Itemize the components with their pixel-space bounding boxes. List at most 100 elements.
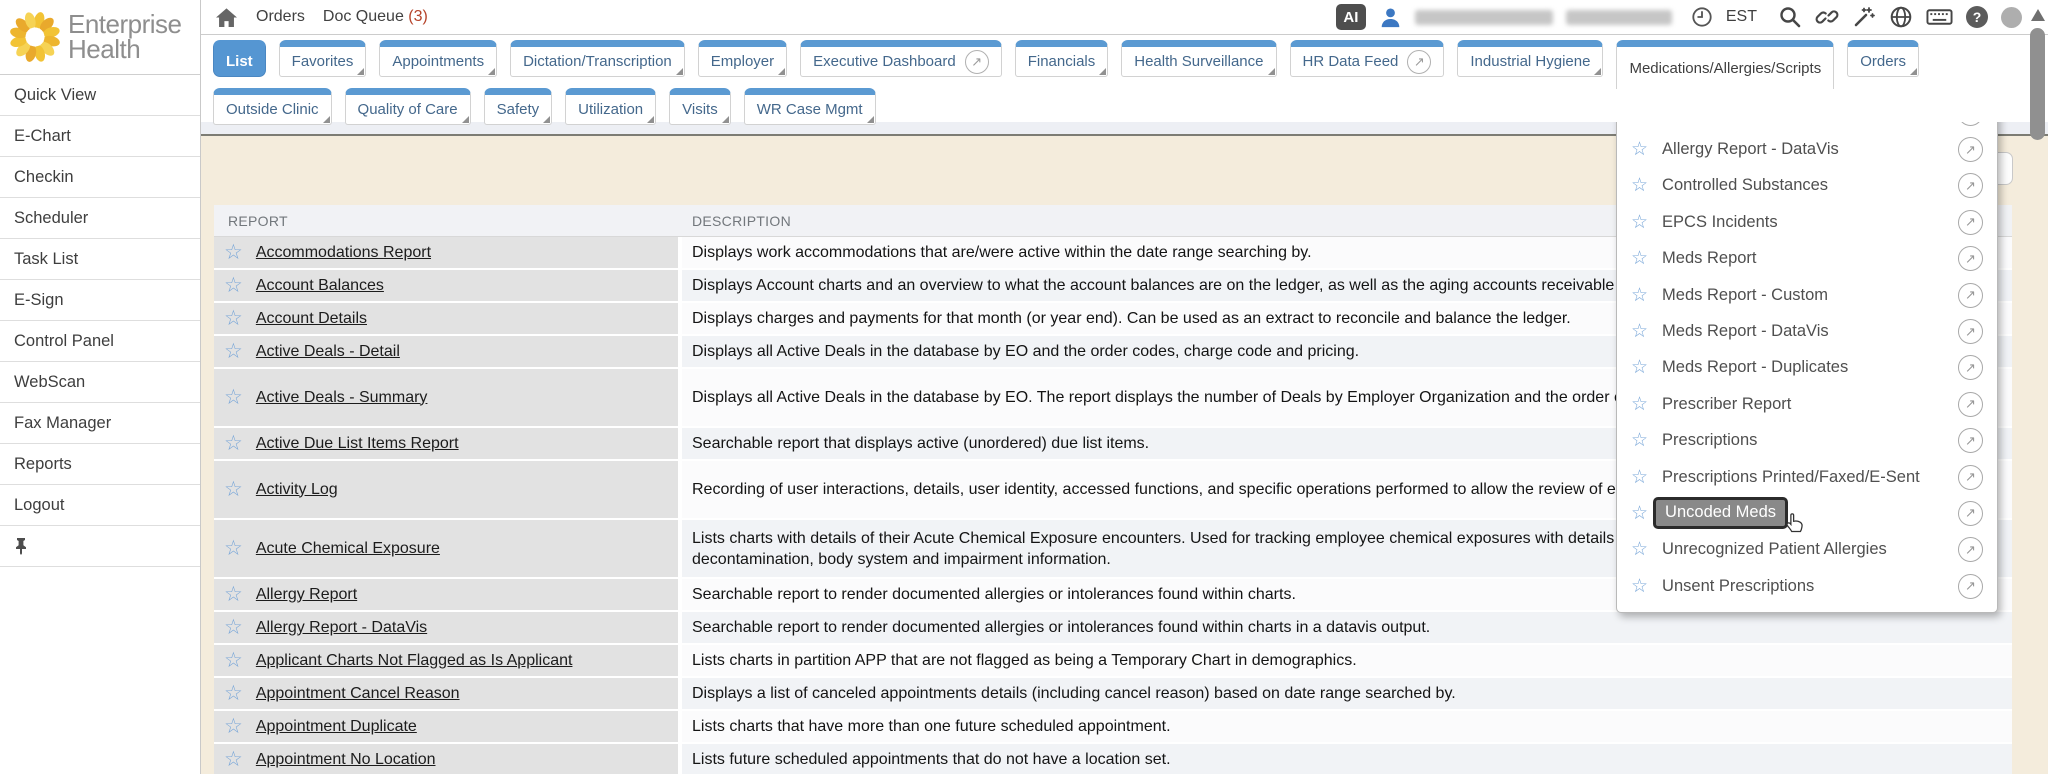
favorite-star-icon[interactable]: ☆: [1631, 322, 1648, 341]
clock-icon[interactable]: [1691, 6, 1713, 28]
ai-assistant-icon[interactable]: AI: [1336, 4, 1366, 30]
dropdown-item-meds-report-datavis[interactable]: ☆Meds Report - DataVis↗: [1617, 313, 1997, 349]
report-link-active-deals-summary[interactable]: Active Deals - Summary: [256, 389, 428, 407]
favorite-star-icon[interactable]: ☆: [1631, 286, 1648, 305]
breadcrumb-doc-queue[interactable]: Doc Queue (3): [323, 8, 428, 26]
favorite-star-icon[interactable]: ☆: [224, 617, 243, 638]
dropdown-item-allergy-report-datavis[interactable]: ☆Allergy Report - DataVis↗: [1617, 131, 1997, 167]
open-report-arrow-icon[interactable]: ↗: [1958, 283, 1983, 308]
open-report-arrow-icon[interactable]: ↗: [965, 50, 989, 74]
open-report-arrow-icon[interactable]: ↗: [1958, 137, 1983, 162]
sidebar-item-e-sign[interactable]: E-Sign: [0, 280, 200, 321]
tab-medications-allergies-scripts[interactable]: Medications/Allergies/Scripts: [1616, 40, 1834, 89]
favorite-star-icon[interactable]: ☆: [1631, 140, 1648, 159]
report-link-activity-log[interactable]: Activity Log: [256, 481, 338, 499]
tab-financials[interactable]: Financials: [1015, 40, 1109, 77]
tab-hr-data-feed[interactable]: HR Data Feed↗: [1290, 40, 1445, 77]
dropdown-item-meds-report-duplicates[interactable]: ☆Meds Report - Duplicates↗: [1617, 350, 1997, 386]
dropdown-item-unrecognized-patient-allergies[interactable]: ☆Unrecognized Patient Allergies↗: [1617, 532, 1997, 568]
favorite-star-icon[interactable]: ☆: [1631, 540, 1648, 559]
favorite-star-icon[interactable]: ☆: [1631, 213, 1648, 232]
tab-employer[interactable]: Employer: [698, 40, 787, 77]
favorite-star-icon[interactable]: ☆: [224, 650, 243, 671]
dropdown-item-prescriber-report[interactable]: ☆Prescriber Report↗: [1617, 386, 1997, 422]
report-link-allergy-report-datavis[interactable]: Allergy Report - DataVis: [256, 619, 427, 637]
app-logo[interactable]: EnterpriseHealth: [0, 0, 200, 75]
report-link-appointment-duplicate[interactable]: Appointment Duplicate: [256, 718, 417, 736]
report-link-acute-chemical-exposure[interactable]: Acute Chemical Exposure: [256, 540, 440, 558]
tab-industrial-hygiene[interactable]: Industrial Hygiene: [1457, 40, 1603, 77]
favorite-star-icon[interactable]: ☆: [224, 479, 243, 500]
favorite-star-icon[interactable]: ☆: [224, 242, 243, 263]
sidebar-pin-toggle[interactable]: [0, 526, 200, 567]
tab-orders[interactable]: Orders: [1847, 40, 1919, 77]
favorite-star-icon[interactable]: ☆: [224, 584, 243, 605]
user-icon[interactable]: [1379, 6, 1402, 29]
open-report-arrow-icon[interactable]: ↗: [1958, 392, 1983, 417]
tab-health-surveillance[interactable]: Health Surveillance: [1121, 40, 1276, 77]
help-icon[interactable]: ?: [1966, 6, 1988, 28]
tab-quality-of-care[interactable]: Quality of Care: [345, 88, 471, 125]
favorite-star-icon[interactable]: ☆: [224, 538, 243, 559]
report-link-account-details[interactable]: Account Details: [256, 310, 367, 328]
globe-icon[interactable]: [1889, 5, 1913, 29]
open-report-arrow-icon[interactable]: ↗: [1958, 173, 1983, 198]
sidebar-item-fax-manager[interactable]: Fax Manager: [0, 403, 200, 444]
tab-outside-clinic[interactable]: Outside Clinic: [213, 88, 332, 125]
sidebar-item-checkin[interactable]: Checkin: [0, 157, 200, 198]
sidebar-item-e-chart[interactable]: E-Chart: [0, 116, 200, 157]
favorite-star-icon[interactable]: ☆: [1631, 577, 1648, 596]
favorite-star-icon[interactable]: ☆: [1631, 176, 1648, 195]
dropdown-item-meds-report-custom[interactable]: ☆Meds Report - Custom↗: [1617, 277, 1997, 313]
dropdown-item-unsent-prescriptions[interactable]: ☆Unsent Prescriptions↗: [1617, 568, 1997, 604]
report-link-account-balances[interactable]: Account Balances: [256, 277, 384, 295]
dropdown-item-uncoded-meds[interactable]: ☆Uncoded Meds↗: [1617, 495, 1997, 531]
open-report-arrow-icon[interactable]: ↗: [1958, 501, 1983, 526]
sidebar-item-logout[interactable]: Logout: [0, 485, 200, 526]
sidebar-item-control-panel[interactable]: Control Panel: [0, 321, 200, 362]
report-link-active-deals-detail[interactable]: Active Deals - Detail: [256, 343, 400, 361]
tab-utilization[interactable]: Utilization: [565, 88, 656, 125]
scrollbar-up-arrow[interactable]: [2031, 9, 2045, 21]
open-report-arrow-icon[interactable]: ↗: [1407, 50, 1431, 74]
favorite-star-icon[interactable]: ☆: [224, 683, 243, 704]
open-report-arrow-icon[interactable]: ↗: [1958, 428, 1983, 453]
favorite-star-icon[interactable]: ☆: [1631, 431, 1648, 450]
report-link-active-due-list-items-report[interactable]: Active Due List Items Report: [256, 435, 459, 453]
favorite-star-icon[interactable]: ☆: [1631, 468, 1648, 487]
keyboard-icon[interactable]: [1926, 6, 1953, 28]
link-icon[interactable]: [1815, 5, 1839, 29]
sidebar-item-reports[interactable]: Reports: [0, 444, 200, 485]
report-link-accommodations-report[interactable]: Accommodations Report: [256, 244, 431, 262]
open-report-arrow-icon[interactable]: ↗: [1958, 355, 1983, 380]
sidebar-item-quick-view[interactable]: Quick View: [0, 75, 200, 116]
favorite-star-icon[interactable]: ☆: [224, 716, 243, 737]
tab-safety[interactable]: Safety: [484, 88, 553, 125]
favorite-star-icon[interactable]: ☆: [224, 749, 243, 770]
favorite-star-icon[interactable]: ☆: [1631, 358, 1648, 377]
tab-executive-dashboard[interactable]: Executive Dashboard↗: [800, 40, 1002, 77]
tab-favorites[interactable]: Favorites: [279, 40, 367, 77]
tab-visits[interactable]: Visits: [669, 88, 731, 125]
scrollbar-thumb[interactable]: [2030, 28, 2045, 140]
dropdown-item-meds-report[interactable]: ☆Meds Report↗: [1617, 241, 1997, 277]
sidebar-item-task-list[interactable]: Task List: [0, 239, 200, 280]
tab-dictation-transcription[interactable]: Dictation/Transcription: [510, 40, 685, 77]
dropdown-item-controlled-substances[interactable]: ☆Controlled Substances↗: [1617, 168, 1997, 204]
favorite-star-icon[interactable]: ☆: [224, 387, 243, 408]
open-report-arrow-icon[interactable]: ↗: [1958, 537, 1983, 562]
open-report-arrow-icon[interactable]: ↗: [1958, 319, 1983, 344]
favorite-star-icon[interactable]: ☆: [224, 341, 243, 362]
home-icon[interactable]: [215, 7, 238, 28]
tab-list[interactable]: List: [213, 40, 266, 77]
open-report-arrow-icon[interactable]: ↗: [1958, 246, 1983, 271]
favorite-star-icon[interactable]: ☆: [224, 433, 243, 454]
open-report-arrow-icon[interactable]: ↗: [1958, 574, 1983, 599]
open-report-arrow-icon[interactable]: ↗: [1958, 465, 1983, 490]
dropdown-item-prescriptions-printed-faxed-e-sent[interactable]: ☆Prescriptions Printed/Faxed/E-Sent↗: [1617, 459, 1997, 495]
dropdown-item-prescriptions[interactable]: ☆Prescriptions↗: [1617, 423, 1997, 459]
search-icon[interactable]: [1778, 5, 1802, 29]
favorite-star-icon[interactable]: ☆: [224, 308, 243, 329]
report-link-allergy-report[interactable]: Allergy Report: [256, 586, 357, 604]
report-link-applicant-charts-not-flagged-as-is-applicant[interactable]: Applicant Charts Not Flagged as Is Appli…: [256, 652, 573, 670]
